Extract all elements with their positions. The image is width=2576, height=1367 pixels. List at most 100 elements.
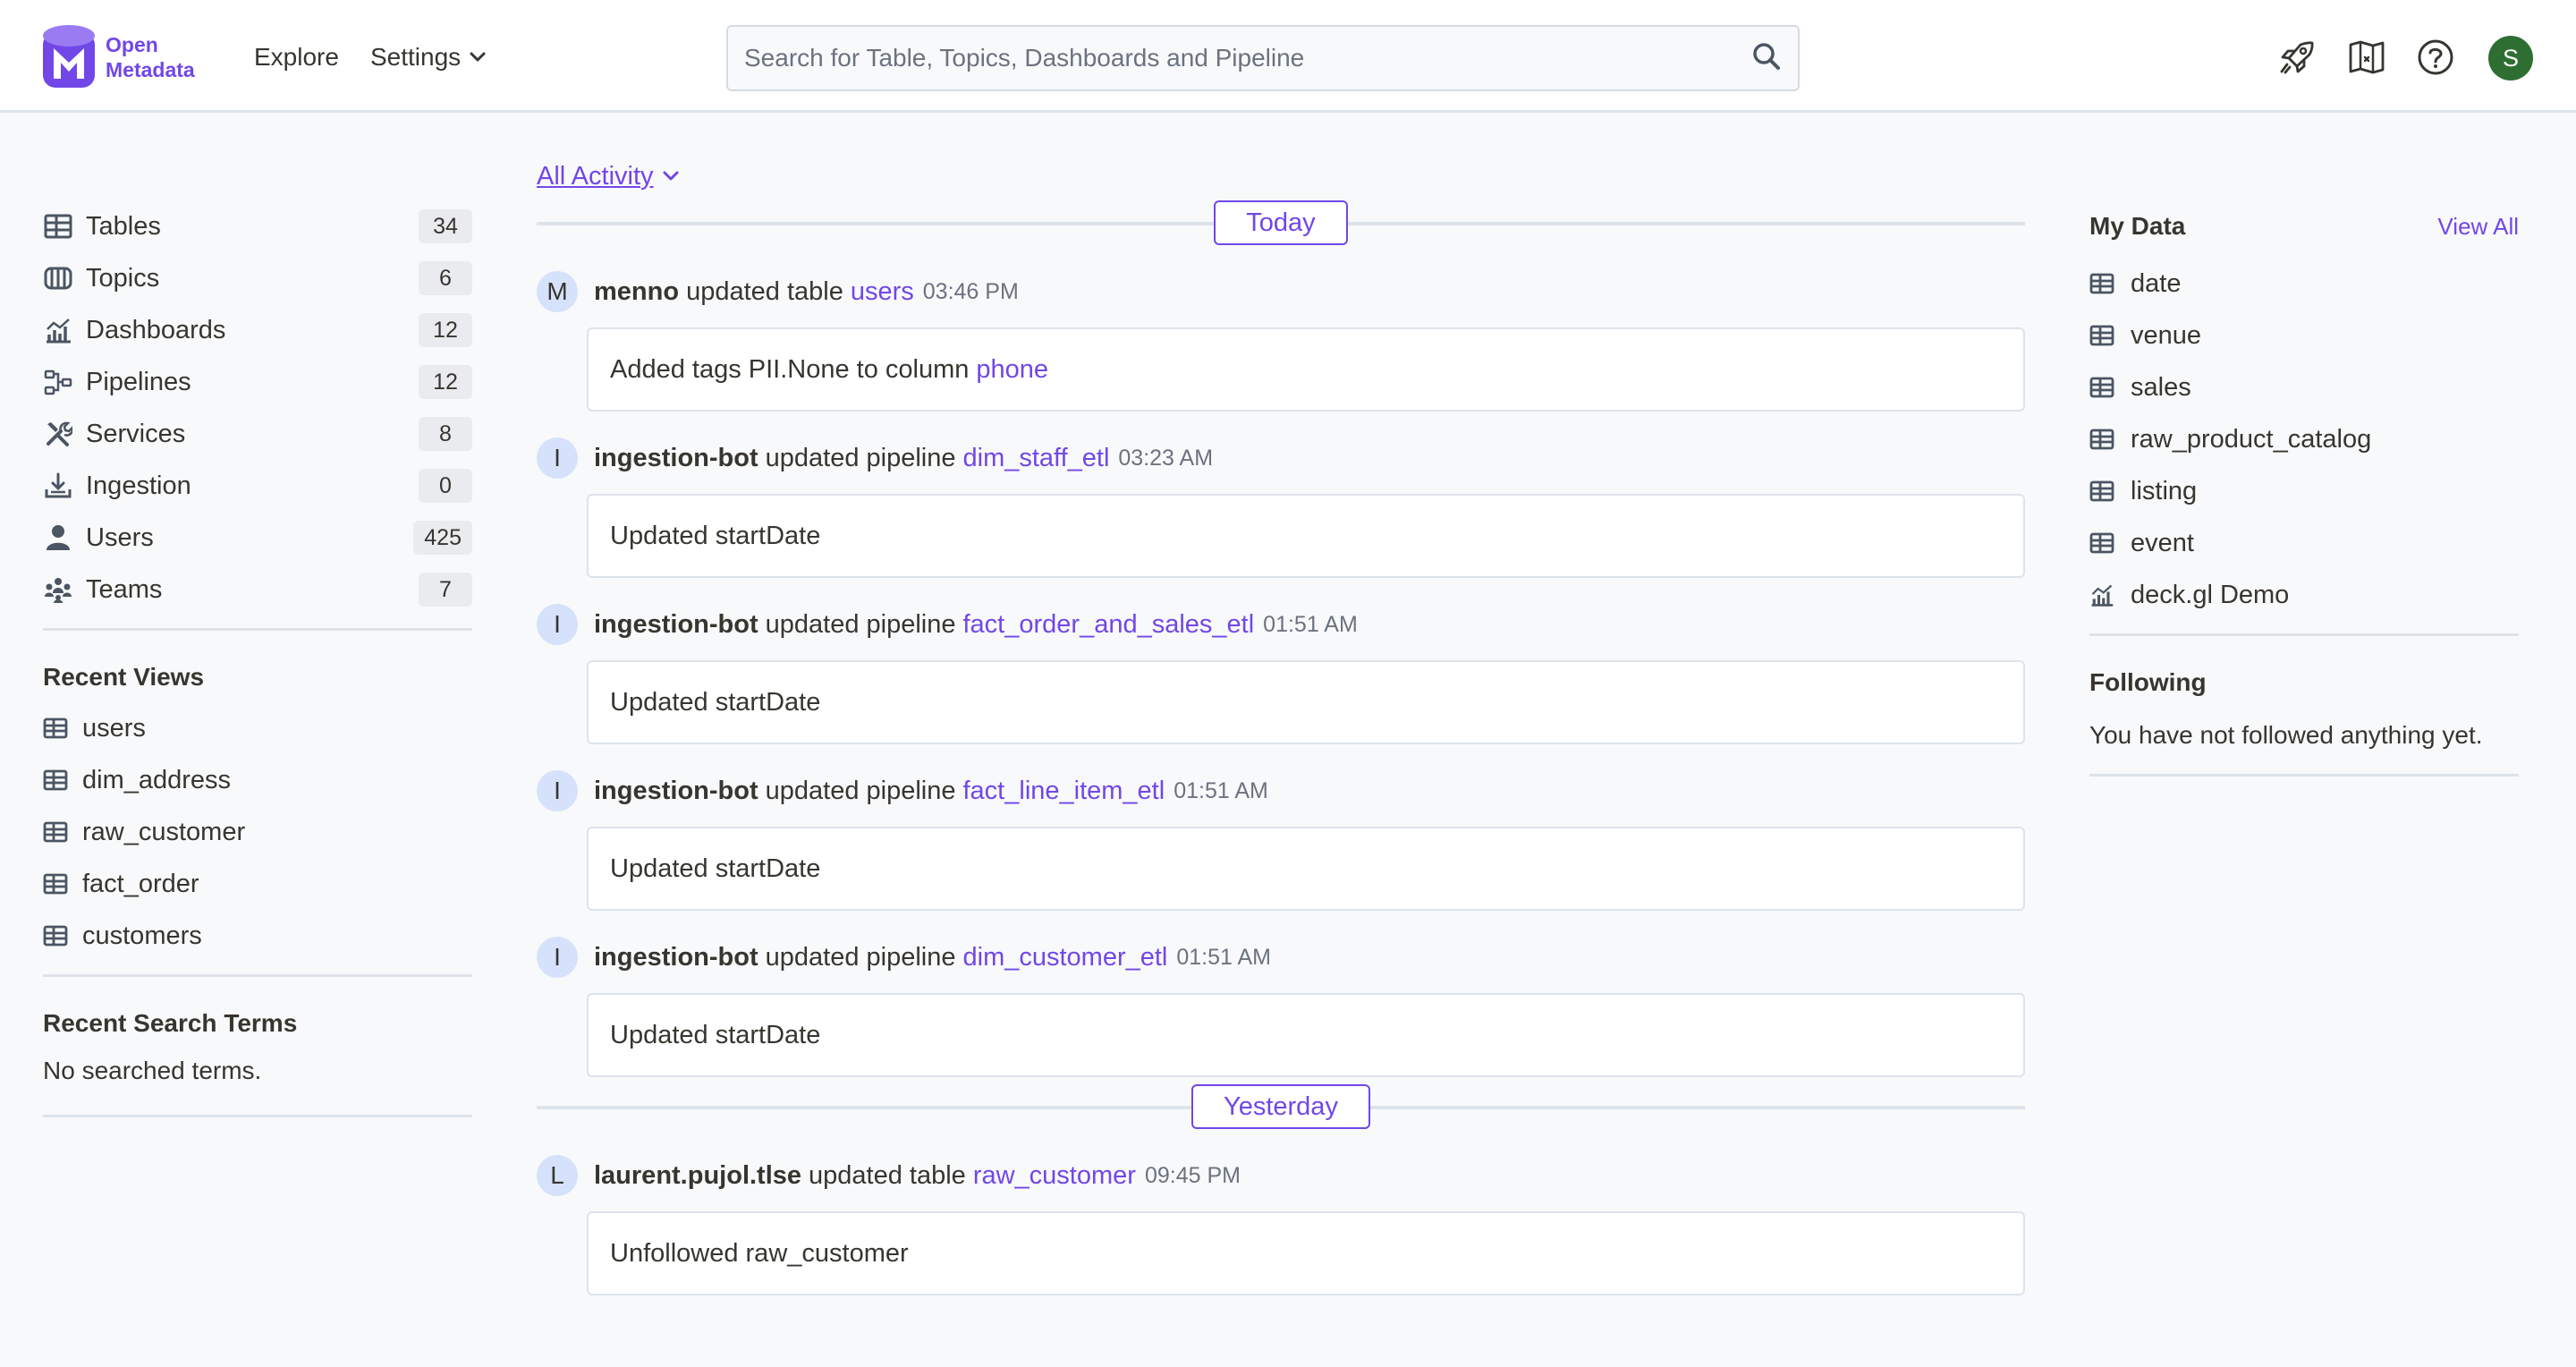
feed-entity-link[interactable]: dim_staff_etl (963, 444, 1110, 473)
feed-message-card[interactable]: Updated startDate (587, 494, 2025, 578)
recent-view-item[interactable]: raw_customer (43, 806, 472, 858)
sidebar-item-dashboards[interactable]: Dashboards 12 (43, 304, 472, 356)
user-icon (43, 522, 73, 553)
my-data-item[interactable]: venue (2089, 310, 2519, 361)
feed-action: updated pipeline (765, 776, 956, 805)
my-data-label: deck.gl Demo (2131, 580, 2290, 609)
feed-message-card[interactable]: Updated startDate (587, 827, 2025, 911)
feed-timestamp: 01:51 AM (1174, 777, 1268, 803)
ingestion-icon (43, 471, 73, 501)
feed-action: updated table (809, 1160, 966, 1190)
sidebar-item-label: Ingestion (86, 471, 191, 500)
view-all-link[interactable]: View All (2437, 213, 2519, 241)
feed-action: updated pipeline (765, 942, 956, 972)
feed-item: I ingestion-bot updated pipeline fact_or… (537, 603, 2025, 744)
my-data-item[interactable]: deck.gl Demo (2089, 569, 2519, 621)
sidebar-item-label: Topics (86, 263, 160, 293)
avatar[interactable]: I (537, 437, 578, 479)
recent-view-item[interactable]: fact_order (43, 858, 472, 910)
my-data-item[interactable]: raw_product_catalog (2089, 413, 2519, 465)
feed-message-card[interactable]: Updated startDate (587, 660, 2025, 744)
my-data-label: event (2131, 528, 2194, 557)
nav-settings-dropdown[interactable]: Settings (370, 39, 487, 75)
feed-entity-link[interactable]: fact_line_item_etl (963, 777, 1165, 806)
feed-timestamp: 03:23 AM (1118, 445, 1214, 471)
sidebar-item-label: Tables (86, 211, 161, 241)
feed-item: M menno updated table users 03:46 PM Add… (537, 270, 2025, 412)
feed-entity-link[interactable]: raw_customer (973, 1161, 1136, 1191)
avatar[interactable]: M (537, 271, 578, 312)
my-data-list: date venue sales raw_product_catalog lis… (2089, 258, 2519, 621)
sidebar-item-tables[interactable]: Tables 34 (43, 200, 472, 252)
sidebar-item-label: Users (86, 522, 154, 552)
feed-item-header: M menno updated table users 03:46 PM (537, 270, 2025, 313)
chevron-down-icon (470, 52, 486, 62)
sidebar-item-count: 34 (419, 209, 472, 243)
my-data-item[interactable]: date (2089, 258, 2519, 310)
openmetadata-logo[interactable]: Open Metadata (41, 23, 220, 91)
avatar[interactable]: I (537, 937, 578, 978)
table-icon (2089, 322, 2116, 349)
recent-view-label: fact_order (82, 869, 199, 898)
feed-message-link[interactable]: phone (976, 355, 1048, 385)
recent-view-item[interactable]: dim_address (43, 754, 472, 806)
feed-message-card[interactable]: Added tags PII.None to column phone (587, 327, 2025, 412)
feed-action: updated table (686, 276, 843, 306)
search-icon[interactable] (1751, 41, 1782, 72)
avatar[interactable]: I (537, 604, 578, 645)
table-icon (43, 211, 73, 242)
sidebar-item-label: Services (86, 419, 186, 448)
my-data-label: venue (2131, 320, 2202, 350)
sidebar-item-topics[interactable]: Topics 6 (43, 252, 472, 304)
feed-user[interactable]: ingestion-bot (594, 444, 758, 473)
global-search (726, 25, 1800, 91)
table-icon (43, 870, 70, 897)
help-icon[interactable] (2414, 36, 2457, 79)
dashboard-icon (2089, 582, 2116, 608)
nav-explore-label: Explore (254, 43, 339, 71)
feed-entity-link[interactable]: dim_customer_etl (963, 943, 1168, 972)
date-separator: Yesterday (537, 1084, 2025, 1129)
feed-entity-link[interactable]: fact_order_and_sales_etl (963, 610, 1255, 640)
sidebar-item-ingestion[interactable]: Ingestion 0 (43, 460, 472, 512)
my-data-item[interactable]: listing (2089, 465, 2519, 517)
feed-entity-link[interactable]: users (851, 277, 914, 307)
recent-view-item[interactable]: users (43, 702, 472, 754)
rocket-icon[interactable] (2275, 36, 2318, 79)
sidebar-item-services[interactable]: Services 8 (43, 408, 472, 460)
recent-view-label: customers (82, 921, 202, 950)
avatar[interactable]: L (537, 1155, 578, 1196)
feed-user[interactable]: menno (594, 277, 679, 307)
nav-settings-label: Settings (370, 43, 462, 71)
feed-item: I ingestion-bot updated pipeline dim_cus… (537, 936, 2025, 1077)
my-data-label: date (2131, 268, 2182, 298)
feed-timestamp: 03:46 PM (922, 278, 1019, 304)
search-input[interactable] (744, 36, 1728, 81)
user-avatar[interactable]: S (2488, 36, 2533, 81)
sidebar-item-users[interactable]: Users 425 (43, 512, 472, 564)
divider (2089, 774, 2519, 777)
feed-user[interactable]: ingestion-bot (594, 777, 758, 806)
feed-user[interactable]: ingestion-bot (594, 610, 758, 640)
map-tour-icon[interactable] (2345, 36, 2388, 79)
following-title: Following (2089, 668, 2207, 696)
my-data-item[interactable]: event (2089, 517, 2519, 569)
sidebar-item-teams[interactable]: Teams 7 (43, 564, 472, 616)
nav-explore[interactable]: Explore (254, 39, 339, 75)
feed-message-card[interactable]: Unfollowed raw_customer (587, 1211, 2025, 1295)
pipeline-icon (43, 367, 73, 397)
feed-user[interactable]: laurent.pujol.tlse (594, 1161, 801, 1191)
sidebar-item-pipelines[interactable]: Pipelines 12 (43, 356, 472, 408)
feed-user[interactable]: ingestion-bot (594, 943, 758, 972)
recent-view-label: users (82, 713, 146, 743)
feed-message-card[interactable]: Updated startDate (587, 993, 2025, 1077)
my-data-title: My Data (2089, 212, 2186, 240)
sidebar-item-label: Dashboards (86, 315, 226, 344)
feed-item: L laurent.pujol.tlse updated table raw_c… (537, 1154, 2025, 1295)
teams-icon (43, 574, 73, 605)
activity-filter-dropdown[interactable]: All Activity (537, 157, 2025, 195)
avatar[interactable]: I (537, 770, 578, 811)
recent-view-item[interactable]: customers (43, 910, 472, 962)
my-data-item[interactable]: sales (2089, 361, 2519, 413)
feed-item-header: I ingestion-bot updated pipeline dim_cus… (537, 936, 2025, 979)
